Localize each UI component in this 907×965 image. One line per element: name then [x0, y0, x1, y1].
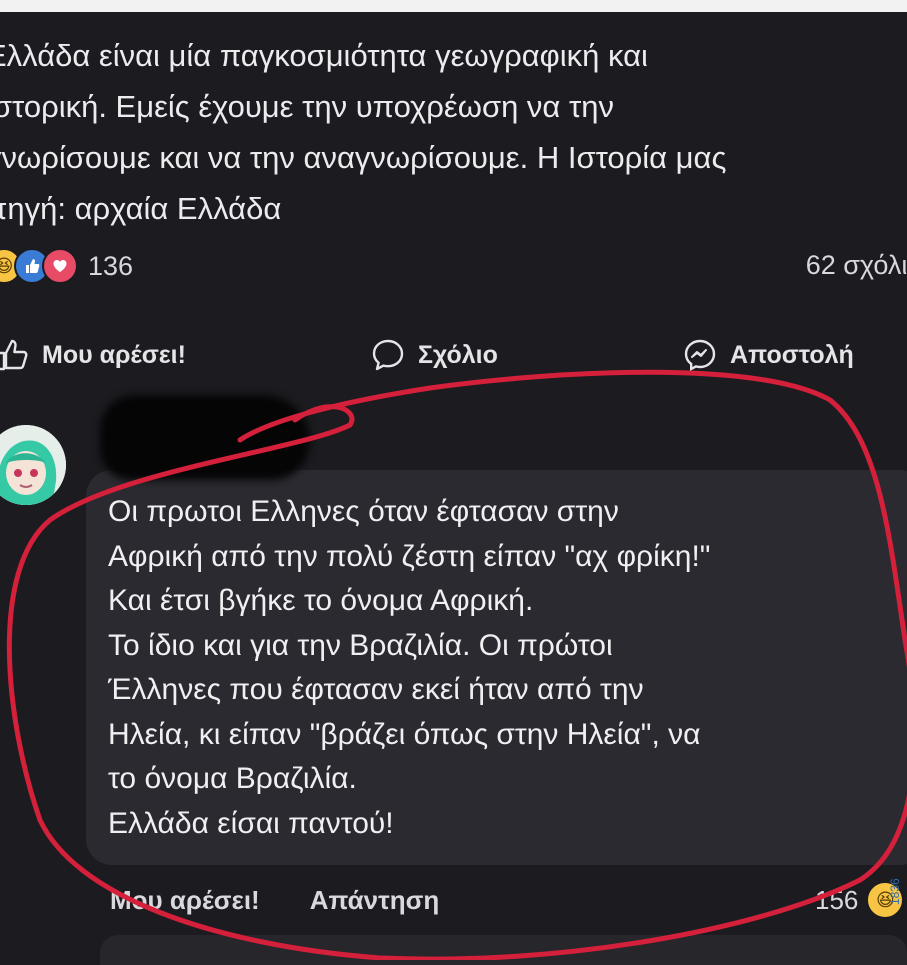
post-text-line: γνωρίσουμε και να την αναγνωρίσουμε. Η Ι…	[0, 140, 727, 175]
comment-like-button[interactable]: Μου αρέσει!	[110, 885, 260, 916]
send-label: Αποστολή	[730, 340, 854, 369]
comment-reactions-count: 156	[815, 884, 859, 915]
thumbs-up-icon	[0, 339, 28, 371]
comment-reactions[interactable]: 156 😆	[815, 878, 905, 922]
comments-count[interactable]: 62 σχόλια	[806, 250, 907, 281]
next-comment-preview	[100, 935, 907, 965]
reaction-summary[interactable]: 😆 136	[0, 248, 133, 284]
speech-bubble-icon	[372, 339, 404, 371]
comment-text-line: Ηλεία, κι είπαν "βράζει όπως στην Ηλεία"…	[108, 717, 701, 751]
avatar[interactable]	[0, 425, 66, 505]
comment-text-line: Ελλάδα είσαι παντού!	[108, 806, 394, 840]
post-text-line: ιστορική. Εμείς έχουμε την υποχρέωση να …	[0, 89, 614, 124]
reactions-count: 136	[88, 250, 134, 281]
comment-label: Σχόλιο	[418, 340, 498, 369]
comment-text-line: Έλληνες που έφτασαν εκεί ήταν από την	[108, 673, 644, 706]
post-text-line: πηγή: αρχαία Ελλάδα	[0, 191, 282, 226]
comment-text-line: το όνομα Βραζιλία.	[108, 762, 357, 795]
comment-reply-button[interactable]: Απάντηση	[310, 885, 440, 916]
comment-text: Οι πρωτοι Ελληνες όταν έφτασαν στην Αφρι…	[108, 490, 907, 846]
top-divider	[0, 0, 907, 12]
send-button[interactable]: Αποστολή	[682, 330, 854, 380]
comment-text-line: Αφρική από την πολύ ζέστη είπαν "αχ φρίκ…	[108, 539, 711, 573]
messenger-icon	[684, 339, 716, 372]
comment-text-line: Το ίδιο και για την Βραζιλία. Οι πρώτοι	[108, 628, 613, 662]
anime-avatar-icon	[0, 425, 66, 505]
redacted-commenter-name	[100, 395, 310, 480]
comment-button[interactable]: Σχόλιο	[370, 330, 498, 380]
post-text-line: Ελλάδα είναι μία παγκοσμιότητα γεωγραφικ…	[0, 38, 648, 73]
comment-actions: Μου αρέσει! Απάντηση	[110, 878, 439, 922]
post-actions: Μου αρέσει! Σχόλιο Αποστολή	[0, 330, 907, 380]
post-text: Ελλάδα είναι μία παγκοσμιότητα γεωγραφικ…	[0, 30, 907, 234]
love-icon	[42, 248, 78, 284]
comment-text-line: Οι πρωτοι Ελληνες όταν έφτασαν στην	[108, 495, 619, 528]
watermark: 1836	[888, 878, 902, 905]
comment-text-line: Και έτσι βγήκε το όνομα Αφρική.	[108, 584, 534, 617]
like-button[interactable]: Μου αρέσει!	[0, 330, 186, 380]
like-label: Μου αρέσει!	[42, 340, 186, 369]
